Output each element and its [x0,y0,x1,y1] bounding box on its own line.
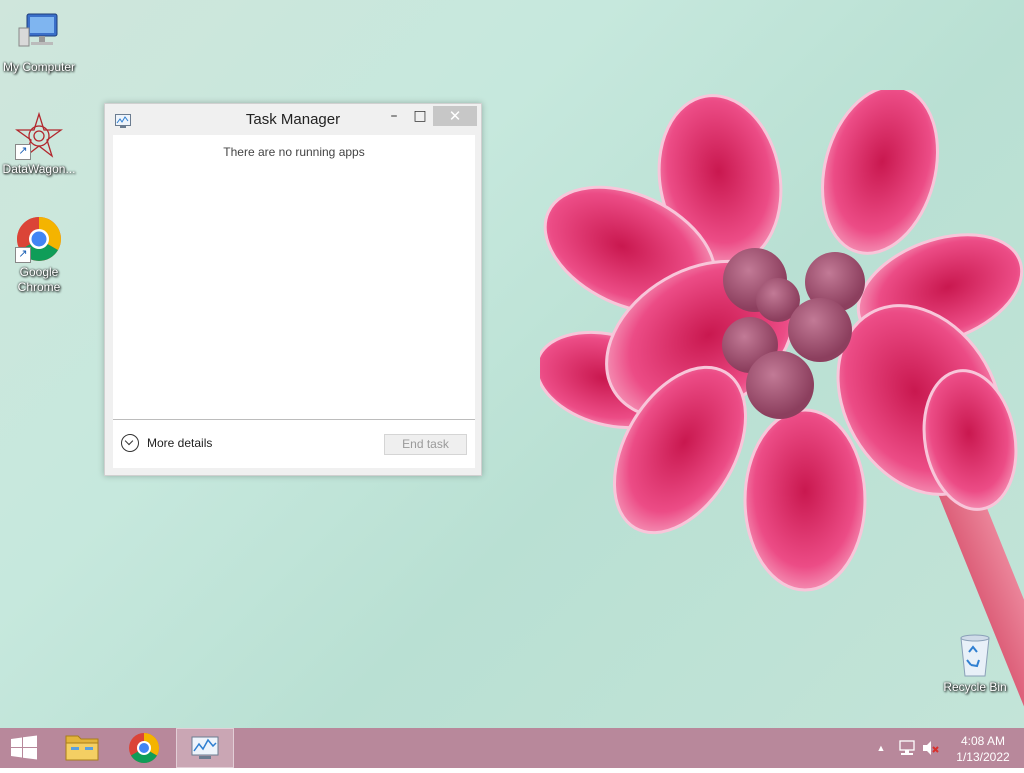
taskbar: ▲ 4:08 AM 1/13/2022 [0,728,1024,768]
more-details-label: More details [147,436,213,450]
desktop-icon-label: Google Chrome [17,265,61,294]
end-task-button[interactable]: End task [384,434,467,455]
chrome-icon [129,733,160,764]
wallpaper-flower [540,90,1024,592]
taskbar-task-manager[interactable] [176,728,234,768]
recycle-bin-icon [951,630,999,678]
desktop-icon-my-computer[interactable]: My Computer [1,10,77,75]
desktop-icon-label: My Computer [2,60,76,74]
show-hidden-icons-button[interactable]: ▲ [874,728,888,768]
desktop-icon-google-chrome[interactable]: ↗ Google Chrome [1,215,77,295]
empty-message: There are no running apps [223,145,365,159]
minimize-button[interactable]: – [381,106,407,126]
more-details-button[interactable]: More details [121,434,212,452]
computer-icon [15,10,63,58]
taskbar-file-explorer[interactable] [56,728,108,768]
title-bar[interactable]: Task Manager – □ ✕ [105,104,481,134]
task-manager-icon [191,736,219,759]
windows-logo-icon [11,735,37,760]
desktop-icon-label: Recycle Bin [943,680,1007,694]
datawagon-icon: ↗ [14,111,64,160]
footer: More details End task [113,420,475,468]
network-icon[interactable] [896,728,918,768]
clock-date: 1/13/2022 [956,750,1010,764]
maximize-button[interactable]: □ [407,106,433,126]
task-manager-window[interactable]: Task Manager – □ ✕ There are no running … [104,103,482,476]
volume-muted-icon[interactable] [920,728,942,768]
start-button[interactable] [0,728,48,768]
close-button[interactable]: ✕ [433,106,477,126]
clock-time: 4:08 AM [960,734,1006,748]
clock[interactable]: 4:08 AM 1/13/2022 [948,728,1018,773]
shortcut-arrow-icon: ↗ [15,144,31,160]
app-list: There are no running apps [113,135,475,420]
file-explorer-icon [65,735,99,761]
chrome-icon: ↗ [15,215,63,263]
desktop: My Computer ↗ DataWagon... ↗ Google Chro… [0,0,1024,728]
chevron-down-icon [121,434,139,452]
desktop-icon-datawagon[interactable]: ↗ DataWagon... [1,111,77,177]
desktop-icon-label: DataWagon... [2,162,76,176]
taskbar-chrome[interactable] [118,728,170,768]
desktop-icon-recycle-bin[interactable]: Recycle Bin [937,630,1013,695]
shortcut-arrow-icon: ↗ [15,247,31,263]
